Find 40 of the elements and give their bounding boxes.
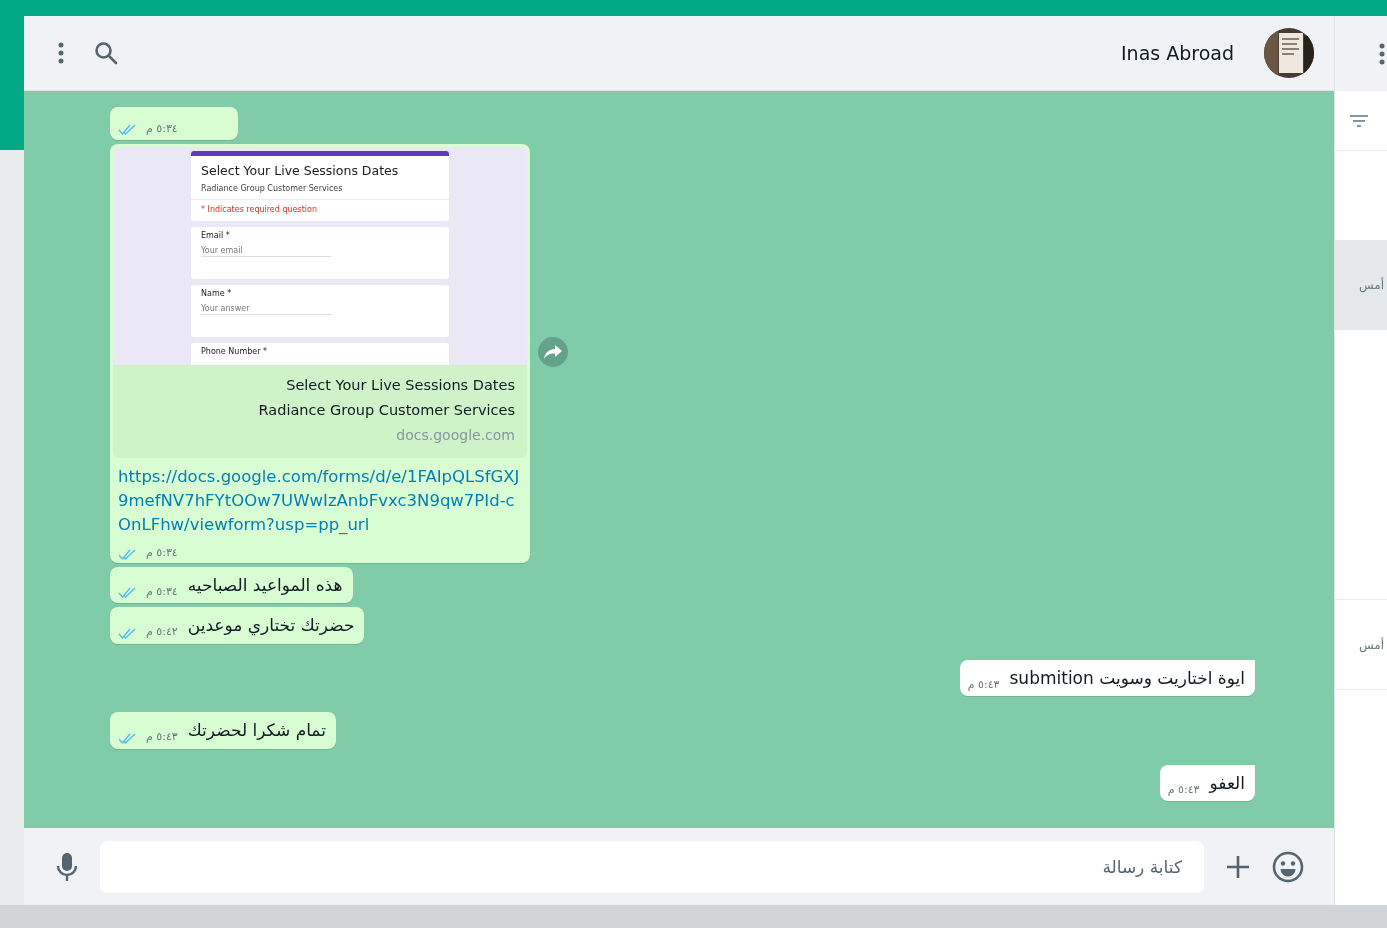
form-title: Select Your Live Sessions Dates (200, 162, 400, 180)
message-time: ٥:٣٤ م (146, 545, 178, 561)
message-text: هذه المواعيد الصباحيه (187, 573, 343, 597)
forward-button[interactable] (538, 337, 568, 367)
form-screenshot[interactable]: Select Your Live Sessions Dates Radiance Group Customer Services * Indicates required question Email * Your email Name * Your answer Phone Number * (113, 147, 527, 365)
chat-date: أمس (1358, 276, 1384, 294)
message-time: ٥:٤٣ م (967, 676, 1000, 693)
message-time: ٥:٣٤ م (146, 120, 178, 137)
emoji-icon[interactable] (1272, 850, 1304, 883)
contact-name[interactable]: Inas Abroad (1121, 38, 1234, 68)
message-text: تمام شكرا لحضرتك (187, 719, 326, 742)
plus-icon[interactable] (1226, 854, 1250, 879)
message-text: العفو (1209, 771, 1245, 795)
preview-domain: docs.google.com (395, 426, 515, 445)
microphone-icon[interactable] (56, 851, 78, 882)
menu-icon[interactable] (58, 42, 64, 64)
field-hint: Your answer (201, 304, 331, 316)
message-text: حضرتك تختاري موعدين (187, 614, 355, 638)
message-time: ٥:٤٣ م (1167, 781, 1200, 798)
message-link[interactable]: https://docs.google.com/forms/d/e/1FAIpQLSfGXJ9mefNV7hFYtOOw7UWwIzAnbFvxc3N9qw7PId-cOnLFhw/viewform?usp=pp_url (113, 458, 527, 537)
message-text: ايوة اختاريت وسويت submition (1009, 666, 1245, 690)
search-icon[interactable] (94, 41, 118, 65)
chat-date: أمس (1358, 636, 1384, 654)
chat-list-item[interactable]: أمس (1335, 600, 1387, 690)
menu-icon[interactable] (1379, 42, 1385, 65)
preview-description: Radiance Group Customer Services (257, 401, 515, 420)
message-time: ٥:٤٣ م (146, 729, 178, 745)
filter-icon[interactable] (1349, 113, 1369, 128)
message-time: ٥:٣٤ م (146, 583, 178, 600)
field-label: Name * (201, 289, 233, 299)
message-time: ٥:٤٢ م (146, 624, 178, 640)
forward-icon (544, 345, 562, 359)
preview-title: Select Your Live Sessions Dates (285, 376, 515, 395)
required-note: * Indicates required question (191, 198, 449, 221)
field-label: Phone Number * (201, 347, 268, 357)
field-label: Email * (201, 231, 231, 241)
form-subtitle: Radiance Group Customer Services (200, 182, 344, 195)
chat-list-item[interactable]: أمس (1335, 240, 1387, 330)
message-input[interactable]: كتابة رسالة (100, 840, 1204, 893)
field-hint: Your email (201, 246, 331, 258)
